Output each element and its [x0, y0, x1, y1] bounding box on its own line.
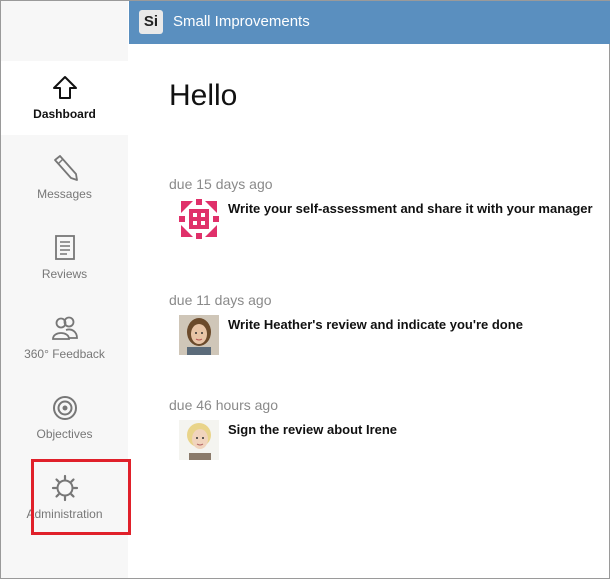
- sidebar-item-reviews[interactable]: Reviews: [1, 221, 128, 295]
- task-row[interactable]: Write your self-assessment and share it …: [169, 199, 609, 241]
- home-icon: [52, 76, 77, 99]
- sidebar-item-label: Messages: [37, 187, 92, 201]
- sidebar-item-messages[interactable]: Messages: [1, 141, 128, 215]
- sidebar-item-360-feedback[interactable]: 360° Feedback: [1, 301, 128, 375]
- pencil-icon: [53, 155, 78, 181]
- sidebar-item-label: Objectives: [36, 427, 93, 441]
- app-window: Dashboard Messages Reviews 360° Feedback…: [0, 0, 610, 579]
- pink-pattern-avatar: [179, 199, 219, 239]
- task-due-date: due 11 days ago: [169, 292, 272, 308]
- page-title: Hello: [169, 79, 238, 112]
- sidebar-item-objectives[interactable]: Objectives: [1, 381, 128, 455]
- task-link[interactable]: Sign the review about Irene: [228, 422, 397, 437]
- app-title: Small Improvements: [173, 13, 310, 30]
- task-due-date: due 15 days ago: [169, 176, 273, 192]
- task-link[interactable]: Write your self-assessment and share it …: [228, 201, 593, 216]
- people-icon: [51, 316, 78, 340]
- target-icon: [52, 396, 77, 420]
- sidebar-item-label: Dashboard: [33, 107, 96, 121]
- administration-highlight-box: [31, 459, 131, 535]
- task-row[interactable]: Sign the review about Irene: [169, 420, 609, 462]
- task-row[interactable]: Write Heather's review and indicate you'…: [169, 315, 609, 357]
- sidebar-item-label: Reviews: [41, 267, 88, 281]
- sidebar-item-label: 360° Feedback: [24, 347, 105, 361]
- task-item: due 15 days ago Write your self-assessme…: [169, 176, 609, 241]
- task-due-date: due 46 hours ago: [169, 397, 278, 413]
- document-icon: [54, 235, 75, 260]
- sidebar-item-dashboard[interactable]: Dashboard: [1, 61, 128, 135]
- task-item: due 11 days ago Write Heather's review a…: [169, 292, 609, 357]
- app-logo[interactable]: Si: [139, 10, 163, 34]
- top-bar: Si Small Improvements: [129, 1, 610, 44]
- task-item: due 46 hours ago Sign the review about I…: [169, 397, 609, 462]
- person-avatar: [179, 315, 219, 355]
- task-link[interactable]: Write Heather's review and indicate you'…: [228, 317, 523, 332]
- person-avatar: [179, 420, 219, 460]
- main-content: Hello due 15 days ago Write your self-as…: [129, 45, 609, 578]
